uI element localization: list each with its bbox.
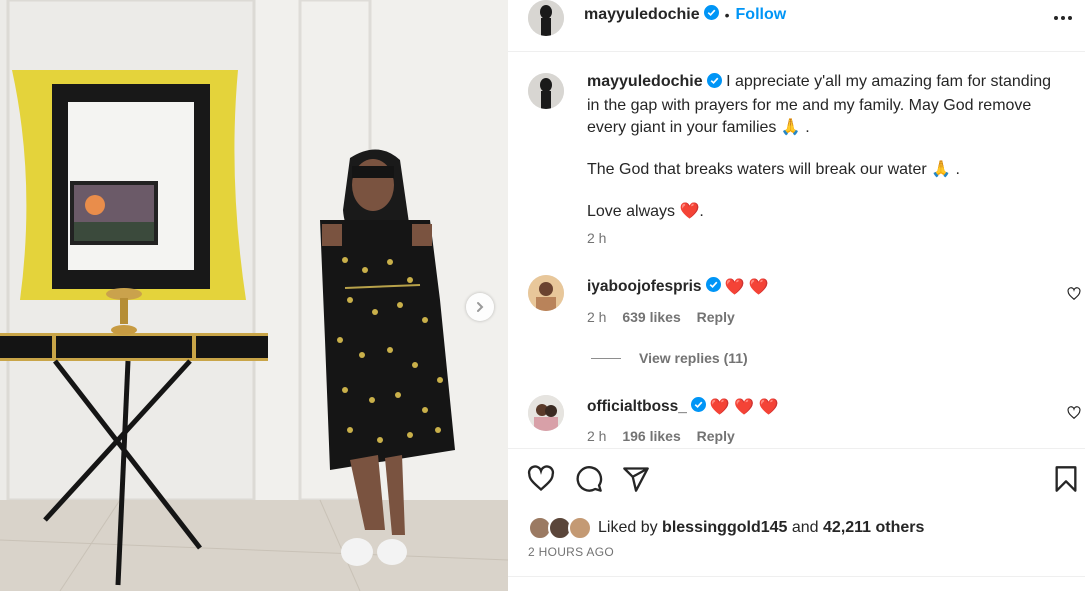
liker-avatar [568, 516, 592, 540]
post-image [0, 0, 508, 591]
likes-summary: Liked by blessinggold145 and 42,211 othe… [528, 516, 924, 540]
heart-icon [1067, 406, 1081, 420]
comment-meta: 2 h 196 likes Reply [587, 428, 735, 444]
comments-list[interactable]: mayyuledochie I appreciate y'all my amaz… [508, 53, 1085, 447]
commenter-avatar[interactable] [528, 275, 564, 311]
verified-badge-icon [705, 277, 721, 297]
commenter-avatar[interactable] [528, 395, 564, 431]
post-actions: Liked by blessinggold145 and 42,211 othe… [508, 448, 1085, 591]
share-icon [623, 467, 649, 492]
separator-dot: • [724, 7, 730, 23]
caption-paragraph-3: Love always ❤️. [587, 203, 704, 220]
view-replies-button[interactable]: View replies (11) [591, 350, 748, 366]
liked-by-middle: and [787, 519, 824, 536]
heart-icon [527, 465, 555, 492]
more-options-icon [1054, 16, 1072, 20]
verified-badge-icon [703, 5, 719, 25]
comment-likes[interactable]: 639 likes [622, 309, 680, 325]
caption-time: 2 h [587, 230, 607, 246]
comment-text: ❤️ ❤️ ❤️ [709, 399, 779, 416]
divider [508, 576, 1085, 577]
comment-username[interactable]: iyaboojofespris [587, 278, 702, 296]
post-photo[interactable] [0, 0, 508, 591]
replies-divider [591, 357, 621, 359]
carousel-next-button[interactable] [466, 293, 494, 321]
share-button[interactable] [622, 465, 650, 498]
follow-button[interactable]: Follow [736, 6, 787, 24]
caption-paragraph-1: mayyuledochie I appreciate y'all my amaz… [587, 71, 1067, 139]
post-details-panel: mayyuledochie • Follow mayyuledochie I a… [508, 0, 1085, 591]
post-header: mayyuledochie • Follow [508, 0, 1085, 52]
bookmark-icon [1055, 466, 1077, 492]
comment-like-button[interactable] [1067, 406, 1081, 425]
post-timestamp[interactable]: 2 HOURS AGO [528, 545, 614, 559]
comment-likes[interactable]: 196 likes [622, 428, 680, 444]
like-button[interactable] [527, 465, 555, 498]
view-replies-label: View replies (11) [639, 350, 748, 366]
reply-button[interactable]: Reply [697, 309, 735, 325]
post-caption: mayyuledochie I appreciate y'all my amaz… [587, 71, 1067, 249]
more-options-button[interactable] [1051, 8, 1075, 28]
comment-meta: 2 h 639 likes Reply [587, 309, 735, 325]
comment-like-button[interactable] [1067, 287, 1081, 306]
likes-count[interactable]: 42,211 others [823, 519, 924, 537]
liked-by-prefix: Liked by [598, 519, 663, 536]
verified-badge-icon [690, 397, 706, 417]
comment-text: ❤️ ❤️ [724, 279, 769, 296]
comment-time: 2 h [587, 309, 607, 325]
caption-paragraph-2: The God that breaks waters will break ou… [587, 161, 960, 178]
author-avatar[interactable] [528, 0, 564, 36]
comment-username[interactable]: officialtboss_ [587, 398, 687, 416]
liker-avatars [528, 516, 594, 540]
verified-badge-icon [706, 73, 722, 95]
comment-time: 2 h [587, 428, 607, 444]
save-button[interactable] [1054, 465, 1078, 498]
author-username[interactable]: mayyuledochie [584, 6, 700, 24]
caption-author-avatar[interactable] [528, 73, 564, 109]
reply-button[interactable]: Reply [697, 428, 735, 444]
heart-icon [1067, 287, 1081, 301]
chevron-right-icon [477, 302, 484, 312]
liked-by-user[interactable]: blessinggold145 [662, 519, 787, 537]
caption-username[interactable]: mayyuledochie [587, 73, 703, 90]
comment-icon [576, 466, 603, 492]
comment-button[interactable] [575, 465, 603, 498]
